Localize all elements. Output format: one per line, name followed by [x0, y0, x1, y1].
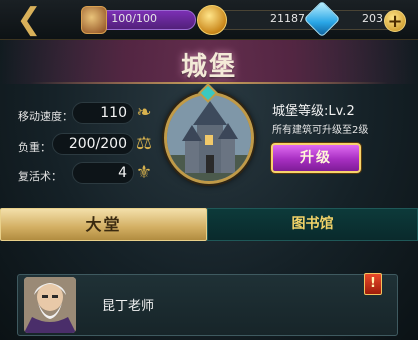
add-gems-button[interactable]: +	[384, 10, 406, 32]
gold-value: 21187	[270, 12, 305, 25]
stat-label-load: 负重：	[18, 141, 51, 154]
old-teacher-portrait-icon	[24, 277, 76, 333]
upgrade-hint: 所有建筑可升级至2级	[272, 125, 369, 136]
stat-load-pill: 200/200	[52, 133, 134, 155]
stamina-icon	[81, 6, 107, 34]
stat-speed-pill: 110	[72, 102, 134, 124]
tab-library[interactable]: 图书馆	[207, 208, 418, 241]
stat-revive-pill: 4	[72, 162, 134, 184]
back-arrow-icon[interactable]: ❮	[6, 3, 52, 37]
npc-name: 昆丁老师	[102, 299, 155, 314]
gem-value: 203	[362, 12, 383, 25]
resource-bar: ❮ 100/100 21187 203 +	[0, 0, 418, 40]
upgrade-button[interactable]: 升级	[271, 143, 361, 173]
title-banner: 城堡	[0, 40, 418, 84]
npc-list-item[interactable]: 昆丁老师	[17, 274, 398, 336]
stamina-display: 100/100	[81, 6, 196, 34]
revive-icon: ⚜	[135, 162, 153, 183]
stat-load-value: 200/200	[68, 136, 127, 152]
alert-icon: !	[364, 273, 382, 295]
stat-label-speed: 移动速度：	[18, 110, 73, 123]
castle-level: 城堡等级:Lv.2	[272, 104, 355, 119]
tab-hall[interactable]: 大堂	[0, 208, 207, 241]
page-title: 城堡	[180, 52, 237, 82]
gem-icon	[303, 0, 341, 38]
stat-revive-value: 4	[118, 165, 127, 181]
boot-icon: ❧	[136, 102, 152, 123]
stamina-value: 100/100	[111, 12, 157, 25]
castle-tower-icon	[167, 95, 251, 181]
castle-portrait	[164, 92, 254, 184]
stat-speed-value: 110	[100, 105, 127, 121]
stat-label-revive: 复活术：	[18, 170, 62, 183]
weight-icon: ⚖	[135, 133, 153, 154]
game-screen: ❮ 100/100 21187 203 + 城堡 移动速度： 110 ❧ 负重：…	[0, 0, 418, 340]
gold-display: 21187	[197, 5, 320, 35]
npc-avatar	[24, 277, 76, 333]
gold-coin-icon	[197, 5, 227, 35]
